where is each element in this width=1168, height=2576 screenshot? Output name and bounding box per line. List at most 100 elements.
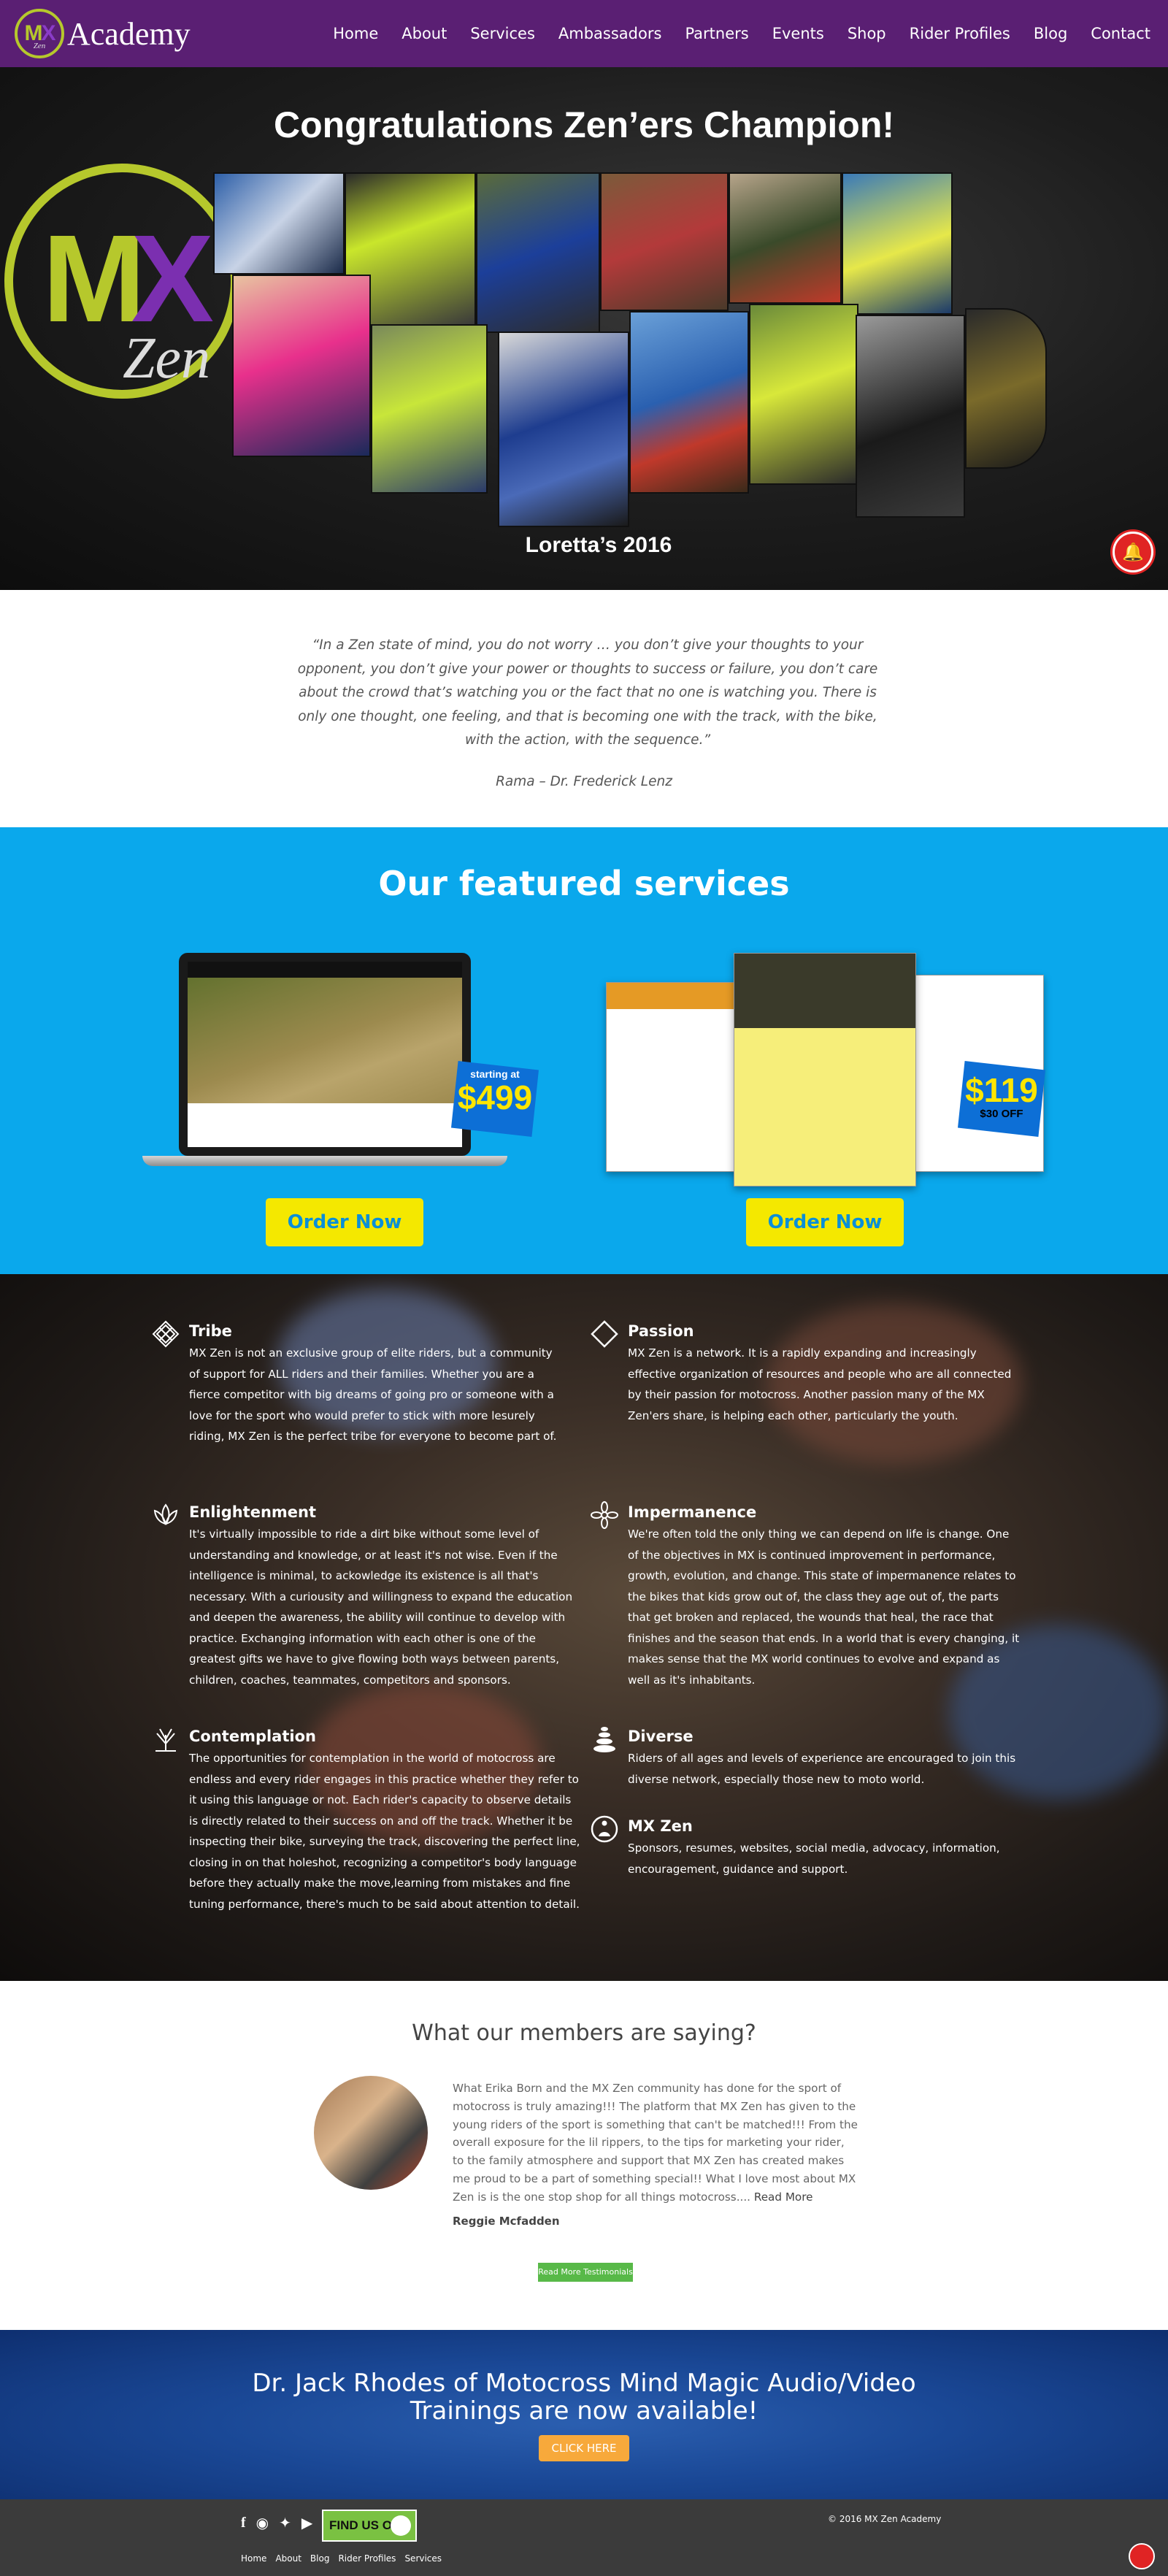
footer-link-about[interactable]: About <box>275 2553 301 2564</box>
facebook-icon[interactable]: f <box>241 2515 246 2531</box>
nav-shop[interactable]: Shop <box>848 25 886 42</box>
feature-impermanence: Impermanence We're often told the only t… <box>591 1500 1022 1690</box>
feature-text: Riders of all ages and levels of experie… <box>628 1752 1016 1786</box>
youtube-icon[interactable]: ▶ <box>301 2514 312 2532</box>
rider-photo <box>842 172 953 315</box>
audio-training-banner: Dr. Jack Rhodes of Motocross Mind Magic … <box>0 2330 1168 2499</box>
services-title: Our featured services <box>378 864 790 903</box>
logo-mark-zen: Zen <box>33 42 46 50</box>
rider-photo <box>371 324 488 494</box>
footer: f ◉ ✦ ▶ FIND US ON Home About Blog Rider… <box>0 2499 1168 2576</box>
order-resume-button[interactable]: Order Now <box>746 1198 904 1246</box>
order-website-button[interactable]: Order Now <box>266 1198 423 1246</box>
feature-enlightenment: Enlightenment It's virtually impossible … <box>153 1500 583 1690</box>
laptop-screen <box>179 953 471 1156</box>
top-nav: MX Zen Academy Home About Services Ambas… <box>0 0 1168 67</box>
laptop-base <box>142 1156 507 1166</box>
audio-banner-title: Dr. Jack Rhodes of Motocross Mind Magic … <box>0 2369 1168 2425</box>
hero-banner: Congratulations Zen’ers Champion! MX Zen… <box>0 67 1168 590</box>
nav-blog[interactable]: Blog <box>1034 25 1067 42</box>
feature-title: Contemplation <box>189 1728 316 1745</box>
feature-title: Enlightenment <box>189 1503 317 1521</box>
quote-section: “In a Zen state of mind, you do not worr… <box>0 590 1168 827</box>
diamond-icon <box>590 1319 619 1349</box>
testimonial-body: What Erika Born and the MX Zen community… <box>453 2082 858 2204</box>
testimonials-title: What our members are saying? <box>412 2020 756 2046</box>
quote-author: Rama – Dr. Frederick Lenz <box>496 774 672 789</box>
testimonial-text: What Erika Born and the MX Zen community… <box>453 2079 858 2207</box>
quote-text: “In a Zen state of mind, you do not worr… <box>297 637 878 748</box>
rider-photo <box>965 308 1047 469</box>
feature-title: Tribe <box>189 1322 232 1340</box>
feature-text: MX Zen is a network. It is a rapidly exp… <box>628 1346 1012 1422</box>
feature-text: We're often told the only thing we can d… <box>628 1527 1020 1687</box>
hero-caption: Loretta’s 2016 <box>525 533 672 557</box>
feature-title: Impermanence <box>628 1503 757 1521</box>
hero-title: Congratulations Zen’ers Champion! <box>273 104 895 145</box>
logo-mark: MX Zen <box>15 9 64 58</box>
footer-link-rider-profiles[interactable]: Rider Profiles <box>338 2553 396 2564</box>
rider-photo <box>213 172 345 275</box>
avatar <box>314 2076 428 2190</box>
footer-link-home[interactable]: Home <box>241 2553 266 2564</box>
notification-bell-icon[interactable] <box>1129 2543 1155 2569</box>
rider-photo <box>232 275 371 457</box>
feature-text: MX Zen is not an exclusive group of elit… <box>189 1346 557 1443</box>
rider-photo <box>629 311 749 494</box>
flower-icon <box>590 1500 619 1530</box>
resume-price-badge: $119 $30 OFF <box>958 1061 1045 1137</box>
find-us-logo-icon <box>391 2515 411 2536</box>
website-service-image <box>142 953 507 1183</box>
testimonial-author: Reggie Mcfadden <box>453 2215 560 2228</box>
find-us-on-badge[interactable]: FIND US ON <box>322 2510 417 2542</box>
rider-photo <box>749 304 858 485</box>
copyright: © 2016 MX Zen Academy <box>828 2514 942 2524</box>
sprout-icon <box>151 1725 180 1754</box>
twitter-icon[interactable]: ✦ <box>279 2514 291 2532</box>
read-more-link[interactable]: Read More <box>754 2190 813 2204</box>
feature-title: Passion <box>628 1322 694 1340</box>
feature-tribe: Tribe MX Zen is not an exclusive group o… <box>152 1319 561 1447</box>
social-links: f ◉ ✦ ▶ <box>241 2514 312 2532</box>
featured-services: Our featured services starting at $499 O… <box>0 827 1168 1274</box>
feature-text: Sponsors, resumes, websites, social medi… <box>628 1841 1000 1876</box>
testimonials-section: What our members are saying? What Erika … <box>0 1981 1168 2330</box>
read-more-testimonials-button[interactable]: Read More Testimonials <box>538 2263 633 2282</box>
nav-ambassadors[interactable]: Ambassadors <box>558 25 662 42</box>
audio-title-line2: Trainings are now available! <box>410 2396 758 2426</box>
feature-title: MX Zen <box>628 1817 693 1835</box>
click-here-button[interactable]: CLICK HERE <box>539 2435 629 2461</box>
badge-discount: $30 OFF <box>980 1108 1023 1120</box>
nav-rider-profiles[interactable]: Rider Profiles <box>910 25 1010 42</box>
website-price-badge: starting at $499 <box>451 1061 539 1137</box>
knot-icon <box>151 1319 180 1349</box>
nav-events[interactable]: Events <box>772 25 824 42</box>
footer-link-services[interactable]: Services <box>404 2553 442 2564</box>
instagram-icon[interactable]: ◉ <box>256 2514 269 2532</box>
feature-title: Diverse <box>628 1728 694 1745</box>
notification-bell-icon[interactable]: 🔔 <box>1113 532 1153 572</box>
rider-photo <box>729 172 842 304</box>
stones-icon <box>590 1725 619 1754</box>
nav-contact[interactable]: Contact <box>1091 25 1150 42</box>
nav-partners[interactable]: Partners <box>685 25 748 42</box>
features-section: Tribe MX Zen is not an exclusive group o… <box>0 1274 1168 1981</box>
feature-mx-zen: MX Zen Sponsors, resumes, websites, soci… <box>591 1814 1022 1879</box>
feature-contemplation: Contemplation The opportunities for cont… <box>155 1725 583 1914</box>
meditation-icon <box>590 1814 619 1844</box>
badge-price: $499 <box>457 1078 533 1116</box>
nav-home[interactable]: Home <box>333 25 378 42</box>
audio-title-line1: Dr. Jack Rhodes of Motocross Mind Magic … <box>252 2369 916 2398</box>
main-menu: Home About Services Ambassadors Partners… <box>310 0 1150 67</box>
rider-photo <box>476 172 600 333</box>
site-logo[interactable]: MX Zen Academy <box>15 7 191 60</box>
flyer-left <box>606 982 752 1172</box>
footer-link-blog[interactable]: Blog <box>310 2553 330 2564</box>
rider-photo <box>498 331 629 527</box>
hero-mx-zen-logo: MX Zen <box>4 164 239 399</box>
feature-diverse: Diverse Riders of all ages and levels of… <box>593 1725 1022 1790</box>
nav-about[interactable]: About <box>402 25 447 42</box>
nav-services[interactable]: Services <box>470 25 535 42</box>
rider-photo <box>856 315 965 518</box>
flyer-center <box>734 953 916 1187</box>
